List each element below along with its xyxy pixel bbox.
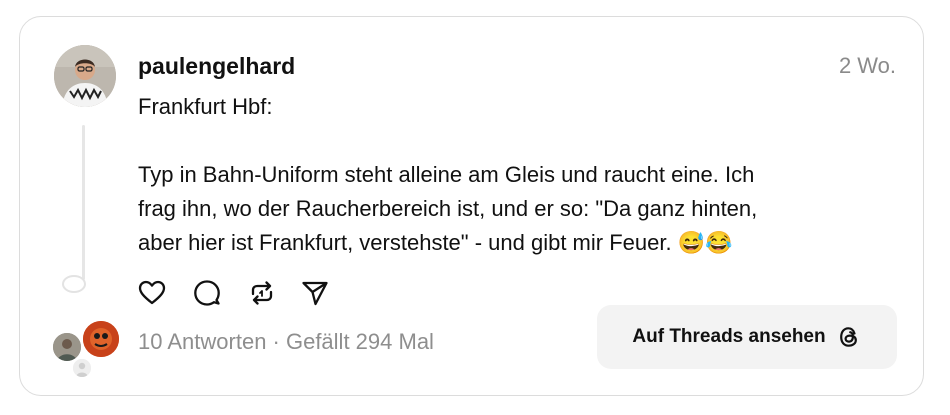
reply-avatars[interactable] [51,319,121,379]
view-on-threads-label: Auf Threads ansehen [632,326,826,347]
post-timestamp[interactable]: 2 Wo. [839,53,896,79]
comment-icon[interactable] [192,278,222,308]
heart-icon[interactable] [137,278,167,308]
author-avatar[interactable] [54,45,116,107]
repost-icon[interactable] [247,278,277,308]
send-icon[interactable] [300,278,330,308]
threads-logo-icon [836,324,862,350]
author-username[interactable]: paulengelhard [138,53,295,80]
reply-avatar [73,359,91,377]
reply-avatar [51,331,83,363]
post-text-line: frag ihn, wo der Raucherbereich ist, und… [138,196,758,221]
thread-loop-icon [62,275,86,293]
post-card: paulengelhard 2 Wo. Frankfurt Hbf: Typ i… [19,16,924,396]
post-text-line: Frankfurt Hbf: [138,94,273,119]
post-text-line: Typ in Bahn-Uniform steht alleine am Gle… [138,162,755,187]
view-on-threads-button[interactable]: Auf Threads ansehen [597,305,897,369]
post-stats[interactable]: 10 Antworten · Gefällt 294 Mal [138,329,434,355]
reply-avatar [81,319,121,359]
post-text: Frankfurt Hbf: Typ in Bahn-Uniform steht… [138,90,878,260]
thread-line [82,125,85,280]
post-text-line: aber hier ist Frankfurt, verstehste" - u… [138,230,733,255]
